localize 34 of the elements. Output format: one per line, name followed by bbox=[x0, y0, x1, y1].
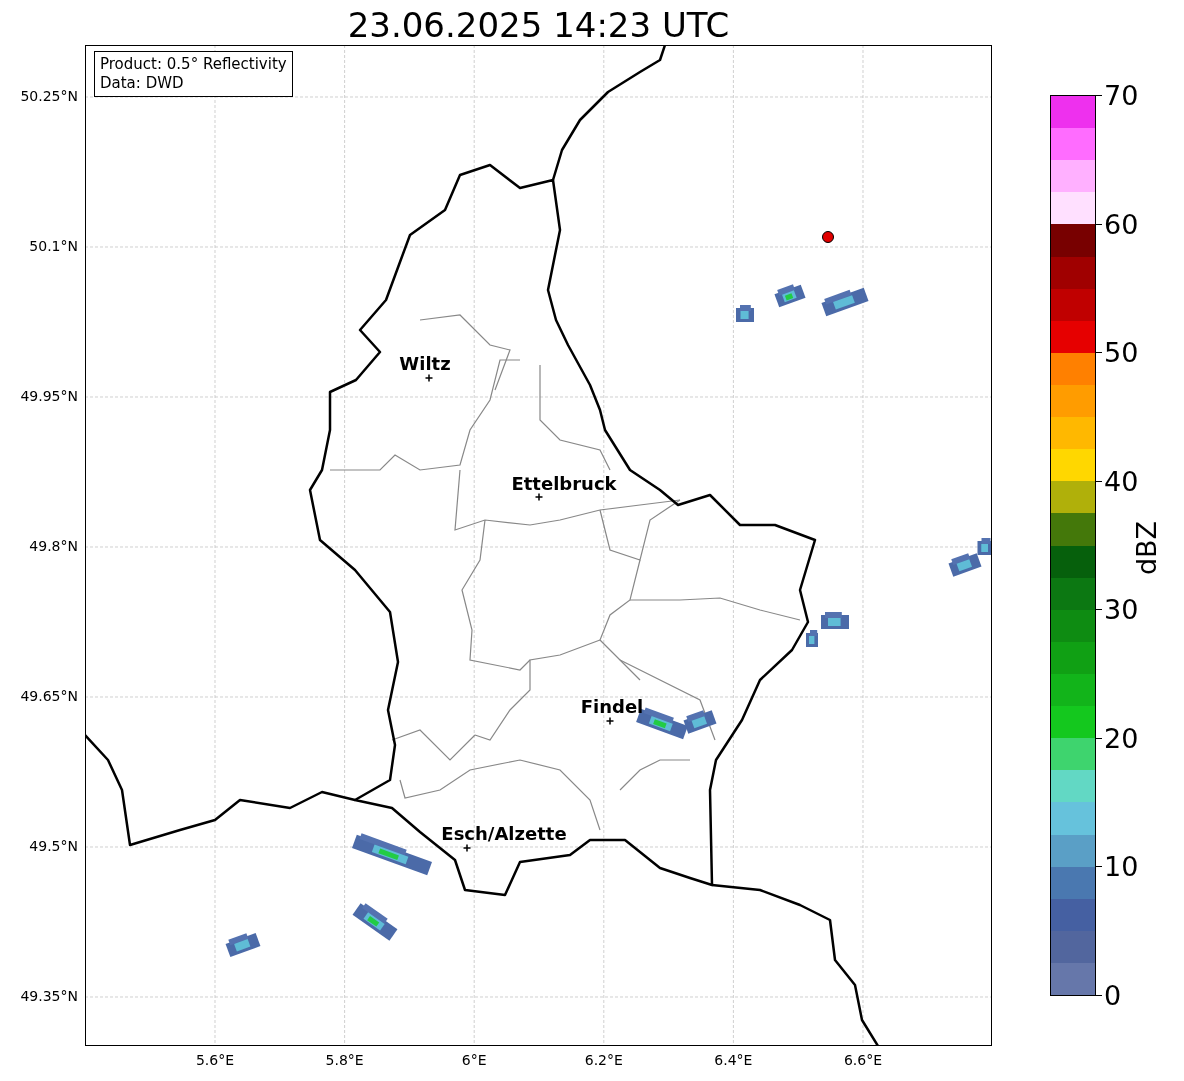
latitude-label: 49.8°N bbox=[29, 538, 78, 554]
city-label: Findel bbox=[580, 695, 644, 717]
radar-site-marker bbox=[822, 231, 834, 243]
colorbar-tick-label: 70 bbox=[1104, 79, 1139, 111]
longitude-label: 6°E bbox=[461, 1052, 487, 1068]
city-label: Esch/Alzette bbox=[441, 822, 567, 844]
longitude-label: 5.6°E bbox=[195, 1052, 235, 1068]
colorbar-tick-label: 60 bbox=[1104, 208, 1139, 240]
city-marker bbox=[534, 492, 544, 502]
longitude-label: 6.6°E bbox=[843, 1052, 883, 1068]
info-text: Product: 0.5° Reflectivity bbox=[100, 55, 287, 74]
latitude-label: 50.1°N bbox=[29, 238, 78, 254]
latitude-label: 49.35°N bbox=[20, 988, 78, 1004]
city-label: Ettelbruck bbox=[511, 472, 617, 494]
colorbar-tick-label: 40 bbox=[1104, 465, 1139, 497]
city-marker bbox=[424, 373, 434, 383]
longitude-label: 6.4°E bbox=[714, 1052, 753, 1068]
colorbar-tick-label: 10 bbox=[1104, 850, 1139, 882]
latitude-label: 50.25°N bbox=[20, 88, 78, 104]
info-text: Data: DWD bbox=[100, 74, 185, 93]
colorbar-tick-label: 0 bbox=[1104, 979, 1122, 1011]
colorbar-label: dBZ bbox=[1130, 520, 1162, 576]
colorbar-tick-label: 30 bbox=[1104, 593, 1139, 625]
colorbar-tick-label: 20 bbox=[1104, 722, 1139, 754]
chart-title: 23.06.2025 14:23 UTC bbox=[347, 4, 730, 45]
city-marker bbox=[462, 843, 472, 853]
latitude-label: 49.95°N bbox=[20, 388, 78, 404]
longitude-label: 6.2°E bbox=[584, 1052, 623, 1068]
city-label: Wiltz bbox=[399, 352, 451, 374]
latitude-label: 49.65°N bbox=[20, 688, 78, 704]
longitude-label: 5.8°E bbox=[325, 1052, 364, 1068]
colorbar-tick-label: 50 bbox=[1104, 336, 1139, 368]
city-marker bbox=[605, 716, 615, 726]
latitude-label: 49.5°N bbox=[29, 838, 78, 854]
